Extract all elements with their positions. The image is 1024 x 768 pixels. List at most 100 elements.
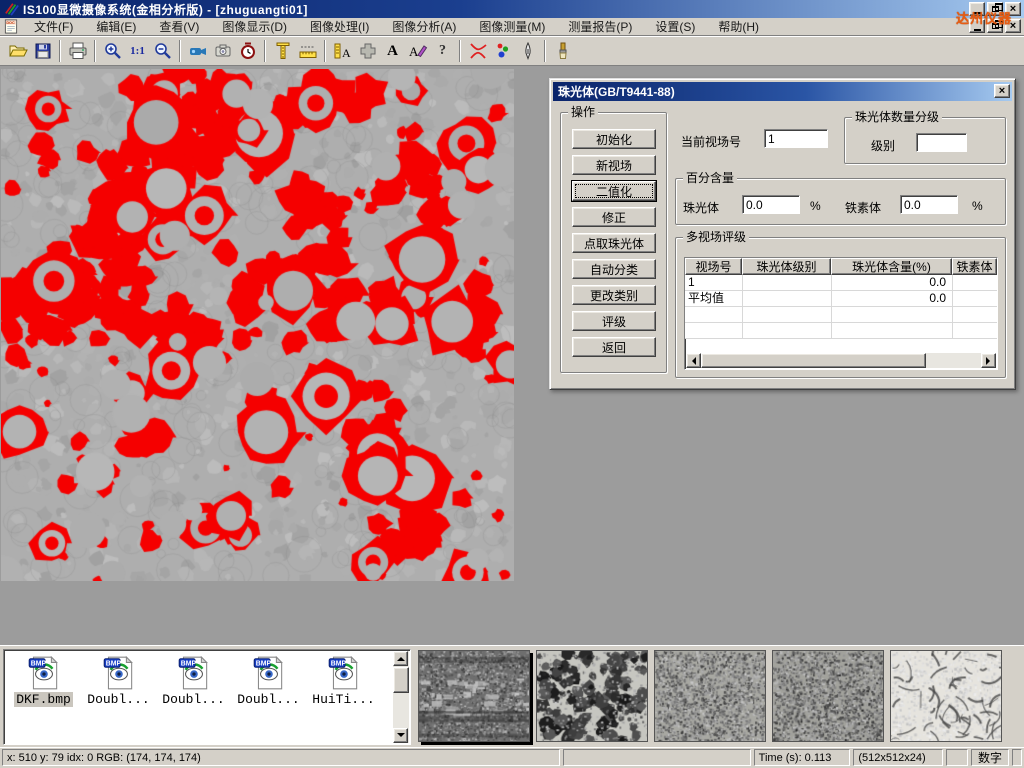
thumbnail-3[interactable] bbox=[654, 650, 766, 742]
scroll-up-button[interactable] bbox=[393, 651, 408, 666]
svg-text:BMP: BMP bbox=[180, 661, 196, 668]
percent-group: 百分含量 珠光体 % 铁素体 % bbox=[675, 178, 1006, 225]
file-item[interactable]: BMP DKF.bmp bbox=[6, 654, 81, 707]
bmp-file-icon: BMP bbox=[326, 654, 362, 692]
time-panel: Time (s): 0.113 bbox=[754, 749, 851, 766]
ferrite-percent-input[interactable] bbox=[900, 195, 958, 214]
operation-button[interactable]: 二值化 bbox=[572, 181, 656, 201]
file-item[interactable]: BMP HuiTi... bbox=[306, 654, 381, 707]
operation-button[interactable]: 评级 bbox=[572, 311, 656, 331]
classify-button[interactable] bbox=[490, 39, 515, 64]
file-item[interactable]: BMP Doubl... bbox=[81, 654, 156, 707]
level-input[interactable] bbox=[916, 133, 967, 152]
table-body: 1 0.0 平均值 0.0 bbox=[685, 275, 997, 339]
menu-item[interactable]: 查看(V) bbox=[152, 17, 206, 36]
file-item[interactable]: BMP Doubl... bbox=[156, 654, 231, 707]
pearlite-dialog: 珠光体(GB/T9441-88) × 操作 初始化新视场二值化修正点取珠光体自动… bbox=[549, 78, 1016, 390]
menu-items: 文件(F) 编辑(E) 查看(V) 图像显示(D) 图像处理(I) 图像分析(A) 图像测量… bbox=[27, 17, 775, 36]
column-header[interactable]: 铁素体 bbox=[952, 258, 997, 275]
pearlite-percent-input[interactable] bbox=[742, 195, 800, 214]
table-hscrollbar[interactable] bbox=[686, 353, 996, 368]
help-button[interactable]: ? bbox=[430, 39, 455, 64]
metallographic-image[interactable] bbox=[1, 69, 514, 581]
operation-button[interactable]: 更改类别 bbox=[572, 285, 656, 305]
brush-icon bbox=[553, 41, 573, 61]
hscroll-thumb[interactable] bbox=[701, 353, 926, 368]
operation-buttons: 初始化新视场二值化修正点取珠光体自动分类更改类别评级返回 bbox=[572, 129, 656, 357]
save-button[interactable] bbox=[30, 39, 55, 64]
menu-item[interactable]: 帮助(H) bbox=[711, 17, 766, 36]
dialog-close-icon: × bbox=[999, 86, 1005, 96]
percent-sign: % bbox=[972, 199, 983, 213]
thumbnail-2[interactable] bbox=[536, 650, 648, 742]
menu-item[interactable]: 文件(F) bbox=[27, 17, 80, 36]
text-button[interactable]: A bbox=[380, 39, 405, 64]
toolbar-separator bbox=[324, 40, 326, 62]
zoom-in-button[interactable] bbox=[100, 39, 125, 64]
snapshot-button[interactable] bbox=[210, 39, 235, 64]
image-size-panel: (512x512x24) bbox=[853, 749, 943, 766]
caliper-button[interactable] bbox=[270, 39, 295, 64]
table-row[interactable]: 平均值 0.0 bbox=[685, 291, 997, 307]
actual-size-button[interactable]: 1:1 bbox=[125, 39, 150, 64]
annotate-button[interactable]: A bbox=[405, 39, 430, 64]
timer-button[interactable] bbox=[235, 39, 260, 64]
vendor-watermark: 达州仪器 bbox=[956, 8, 1012, 27]
operation-button[interactable]: 新视场 bbox=[572, 155, 656, 175]
workspace: 珠光体(GB/T9441-88) × 操作 初始化新视场二值化修正点取珠光体自动… bbox=[0, 66, 1024, 645]
multi-field-table: 视场号 珠光体级别 珠光体含量(%) 铁素体 1 0.0 bbox=[684, 257, 998, 370]
curve-tool-button[interactable] bbox=[465, 39, 490, 64]
bottom-panel: BMP DKF.bmp BMP Dou bbox=[0, 645, 1024, 747]
pen-tool-button[interactable] bbox=[515, 39, 540, 64]
current-field-input[interactable] bbox=[764, 129, 828, 148]
measure-label-button[interactable]: A bbox=[330, 39, 355, 64]
file-name: Doubl... bbox=[235, 692, 301, 707]
file-list-vscrollbar[interactable] bbox=[393, 651, 409, 743]
toolbar-separator bbox=[59, 40, 61, 62]
thumbnail-1[interactable] bbox=[418, 650, 530, 742]
operation-button[interactable]: 修正 bbox=[572, 207, 656, 227]
thumbnail-strip bbox=[418, 650, 1002, 742]
open-button[interactable] bbox=[5, 39, 30, 64]
bmp-file-icon: BMP bbox=[176, 654, 212, 692]
scroll-right-button[interactable] bbox=[981, 353, 996, 368]
column-header[interactable]: 珠光体含量(%) bbox=[831, 258, 952, 275]
vscroll-thumb[interactable] bbox=[393, 667, 409, 693]
dialog-close-button[interactable]: × bbox=[994, 84, 1010, 98]
menu-item[interactable]: 图像处理(I) bbox=[303, 17, 376, 36]
document-icon[interactable]: DOC bbox=[3, 19, 19, 34]
print-button[interactable] bbox=[65, 39, 90, 64]
operation-button[interactable]: 自动分类 bbox=[572, 259, 656, 279]
column-header[interactable]: 视场号 bbox=[685, 258, 742, 275]
operation-button[interactable]: 返回 bbox=[572, 337, 656, 357]
empty-panel bbox=[946, 749, 968, 766]
empty-panel bbox=[563, 749, 750, 766]
letter-a-icon: A bbox=[387, 43, 398, 60]
menu-item[interactable]: 测量报告(P) bbox=[561, 17, 639, 36]
video-capture-button[interactable] bbox=[185, 39, 210, 64]
scroll-left-button[interactable] bbox=[686, 353, 701, 368]
column-header[interactable]: 珠光体级别 bbox=[742, 258, 831, 275]
menu-item[interactable]: 图像分析(A) bbox=[385, 17, 463, 36]
dialog-title-bar[interactable]: 珠光体(GB/T9441-88) × bbox=[553, 82, 1012, 101]
grading-group: 珠光体数量分级 级别 bbox=[844, 117, 1006, 164]
thumbnail-5[interactable] bbox=[890, 650, 1002, 742]
operation-button[interactable]: 初始化 bbox=[572, 129, 656, 149]
menu-item[interactable]: 编辑(E) bbox=[89, 17, 143, 36]
dialog-title: 珠光体(GB/T9441-88) bbox=[558, 83, 675, 100]
operation-button[interactable]: 点取珠光体 bbox=[572, 233, 656, 253]
scroll-down-button[interactable] bbox=[393, 728, 408, 743]
ruler-button[interactable] bbox=[295, 39, 320, 64]
menu-item[interactable]: 设置(S) bbox=[648, 17, 702, 36]
table-header: 视场号 珠光体级别 珠光体含量(%) 铁素体 bbox=[685, 258, 997, 275]
table-row[interactable]: 1 0.0 bbox=[685, 275, 997, 291]
thumbnail-4[interactable] bbox=[772, 650, 884, 742]
file-name: DKF.bmp bbox=[14, 692, 73, 707]
file-browser: BMP DKF.bmp BMP Dou bbox=[3, 649, 411, 745]
menu-item[interactable]: 图像测量(M) bbox=[472, 17, 552, 36]
brush-tool-button[interactable] bbox=[550, 39, 575, 64]
menu-item[interactable]: 图像显示(D) bbox=[215, 17, 294, 36]
file-item[interactable]: BMP Doubl... bbox=[231, 654, 306, 707]
zoom-out-button[interactable] bbox=[150, 39, 175, 64]
grid-tool-button[interactable] bbox=[355, 39, 380, 64]
